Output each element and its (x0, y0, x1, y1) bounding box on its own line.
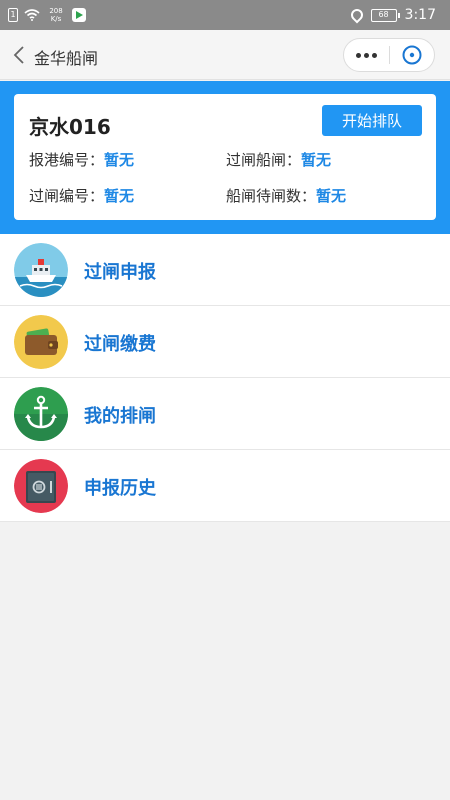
back-icon[interactable] (12, 46, 26, 64)
safe-icon (14, 459, 68, 513)
page-title: 金华船闸 (34, 49, 99, 68)
mini-program-capsule (343, 38, 435, 72)
menu-item-my-queue[interactable]: 我的排闸 (0, 378, 450, 450)
menu-item-lock-payment[interactable]: 过闸缴费 (0, 306, 450, 378)
lock-waiting-count: 船闸待闸数：暂无 (226, 187, 347, 205)
menu-label-declaration-history: 申报历史 (84, 478, 156, 499)
ship-info-card: 京水016 开始排队 报港编号：暂无 过闸船闸：暂无 过闸编号：暂无 船闸待闸数… (14, 94, 436, 220)
anchor-icon (14, 387, 68, 441)
lock-pass-number: 过闸编号：暂无 (29, 187, 135, 205)
ship-icon (14, 243, 68, 297)
status-bar: 1 208 K/s 68 3:17 (0, 0, 450, 30)
app-notification-icon (72, 8, 86, 22)
menu-label-lock-payment: 过闸缴费 (84, 334, 156, 355)
ship-name: 京水016 (29, 115, 111, 139)
location-icon (348, 6, 366, 24)
nav-bar: 金华船闸 (0, 30, 450, 80)
wallet-icon (14, 315, 68, 369)
more-button[interactable] (344, 39, 389, 71)
port-report-number: 报港编号：暂无 (29, 151, 135, 169)
battery-icon: 68 (370, 8, 400, 22)
menu-label-lock-declaration: 过闸申报 (84, 262, 156, 283)
lock-name: 过闸船闸：暂无 (226, 151, 332, 169)
sim-icon: 1 (8, 8, 18, 22)
status-time: 3:17 (404, 7, 436, 23)
wifi-icon (24, 9, 40, 21)
menu-item-declaration-history[interactable]: 申报历史 (0, 450, 450, 522)
menu-item-lock-declaration[interactable]: 过闸申报 (0, 234, 450, 306)
menu-list: 过闸申报 过闸缴费 我的排闸 申报历史 (0, 234, 450, 522)
close-target-icon (402, 45, 422, 65)
start-queue-button[interactable]: 开始排队 (322, 105, 422, 136)
menu-label-my-queue: 我的排闸 (84, 406, 156, 427)
close-button[interactable] (389, 39, 434, 71)
more-dots-icon (355, 52, 361, 58)
network-speed: 208 K/s (49, 7, 63, 23)
